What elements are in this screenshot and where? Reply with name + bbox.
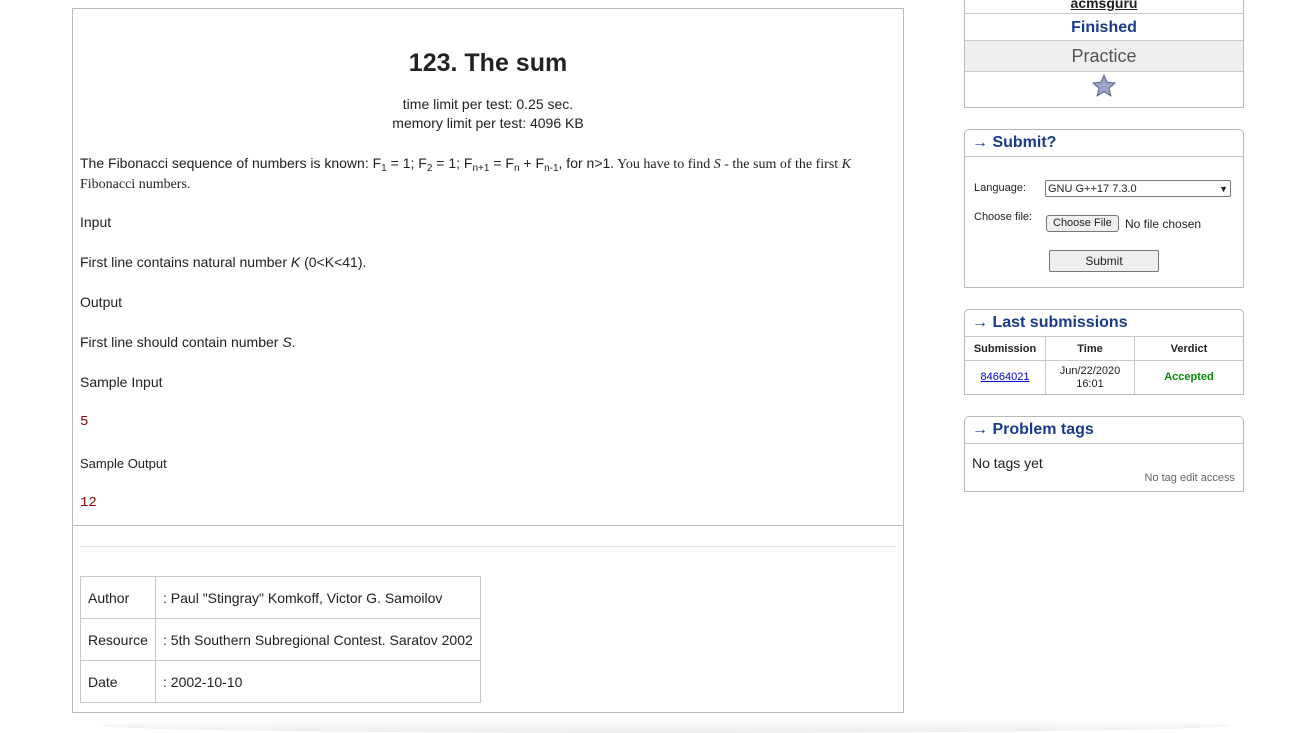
input-text: First line contains natural number K (0<… [80, 254, 367, 270]
last-submissions-panel: → Last submissions Submission Time Verdi… [964, 309, 1244, 395]
file-label: Choose file: [974, 211, 1033, 223]
output-text: First line should contain number S. [80, 334, 296, 350]
contest-status: Finished [965, 13, 1243, 41]
problem-tags-heading: → Problem tags [965, 417, 1243, 444]
file-status: No file chosen [1125, 217, 1202, 231]
submit-button[interactable]: Submit [1049, 250, 1159, 272]
practice-label: Practice [965, 40, 1243, 72]
meta-key-author: Author [80, 576, 156, 619]
sample-output: 12 [80, 495, 97, 511]
problem-tags-panel: → Problem tags No tags yet No tag edit a… [964, 416, 1244, 492]
submissions-table: Submission Time Verdict 84664021 Jun/22/… [965, 337, 1243, 394]
column-header-submission: Submission [965, 337, 1046, 361]
tag-access-note: No tag edit access [1144, 472, 1236, 484]
submit-panel: → Submit? Language: GNU G++17 7.3.0 ▼ Ch… [964, 129, 1244, 288]
submission-verdict: Accepted [1134, 360, 1243, 394]
problem-legend: The Fibonacci sequence of numbers is kno… [80, 155, 852, 192]
column-header-verdict: Verdict [1134, 337, 1243, 361]
divider [73, 525, 903, 526]
submission-cell: 84664021 [965, 360, 1046, 394]
submission-time: Jun/22/2020 16:01 [1045, 360, 1135, 394]
meta-key-resource: Resource [80, 618, 156, 661]
last-submissions-heading: → Last submissions [965, 310, 1243, 337]
problem-statement: 123. The sum time limit per test: 0.25 s… [72, 8, 904, 713]
sample-output-heading: Sample Output [80, 456, 167, 471]
output-heading: Output [80, 294, 123, 310]
time-limit: time limit per test: 0.25 sec. [402, 96, 574, 112]
meta-value-resource: : 5th Southern Subregional Contest. Sara… [155, 618, 481, 661]
meta-value-date: : 2002-10-10 [155, 660, 481, 703]
problem-meta-table: Author : Paul "Stingray" Komkoff, Victor… [80, 576, 481, 703]
problem-limits: time limit per test: 0.25 sec. memory li… [73, 95, 903, 133]
submit-panel-heading: → Submit? [965, 130, 1243, 157]
verdict-accepted: Accepted [1164, 371, 1214, 383]
language-label: Language: [974, 182, 1026, 194]
table-header-row: Submission Time Verdict [965, 337, 1243, 361]
input-heading: Input [80, 214, 112, 230]
sample-input: 5 [80, 414, 89, 430]
table-row: Date : 2002-10-10 [80, 660, 481, 703]
contest-name-link[interactable]: acmsguru [965, 0, 1243, 11]
contest-info-box: acmsguru Finished Practice [964, 0, 1244, 108]
divider [80, 546, 896, 547]
language-select-value: GNU G++17 7.3.0 [1048, 182, 1137, 195]
no-tags-text: No tags yet [972, 455, 1043, 471]
column-header-time: Time [1045, 337, 1135, 361]
table-row: Resource : 5th Southern Subregional Cont… [80, 618, 481, 661]
chevron-down-icon: ▼ [1219, 183, 1228, 194]
table-row: Author : Paul "Stingray" Komkoff, Victor… [80, 576, 481, 619]
table-row: 84664021 Jun/22/2020 16:01 Accepted [965, 360, 1243, 394]
choose-file-button[interactable]: Choose File [1046, 215, 1119, 232]
submission-id-link[interactable]: 84664021 [981, 371, 1030, 383]
meta-value-author: : Paul "Stingray" Komkoff, Victor G. Sam… [155, 576, 481, 619]
memory-limit: memory limit per test: 4096 KB [392, 115, 584, 131]
sample-input-heading: Sample Input [80, 374, 163, 390]
problem-title: 123. The sum [408, 49, 568, 77]
language-select[interactable]: GNU G++17 7.3.0 ▼ [1045, 180, 1231, 197]
meta-key-date: Date [80, 660, 156, 703]
star-icon[interactable] [965, 73, 1243, 101]
footer-shadow [100, 718, 1230, 733]
